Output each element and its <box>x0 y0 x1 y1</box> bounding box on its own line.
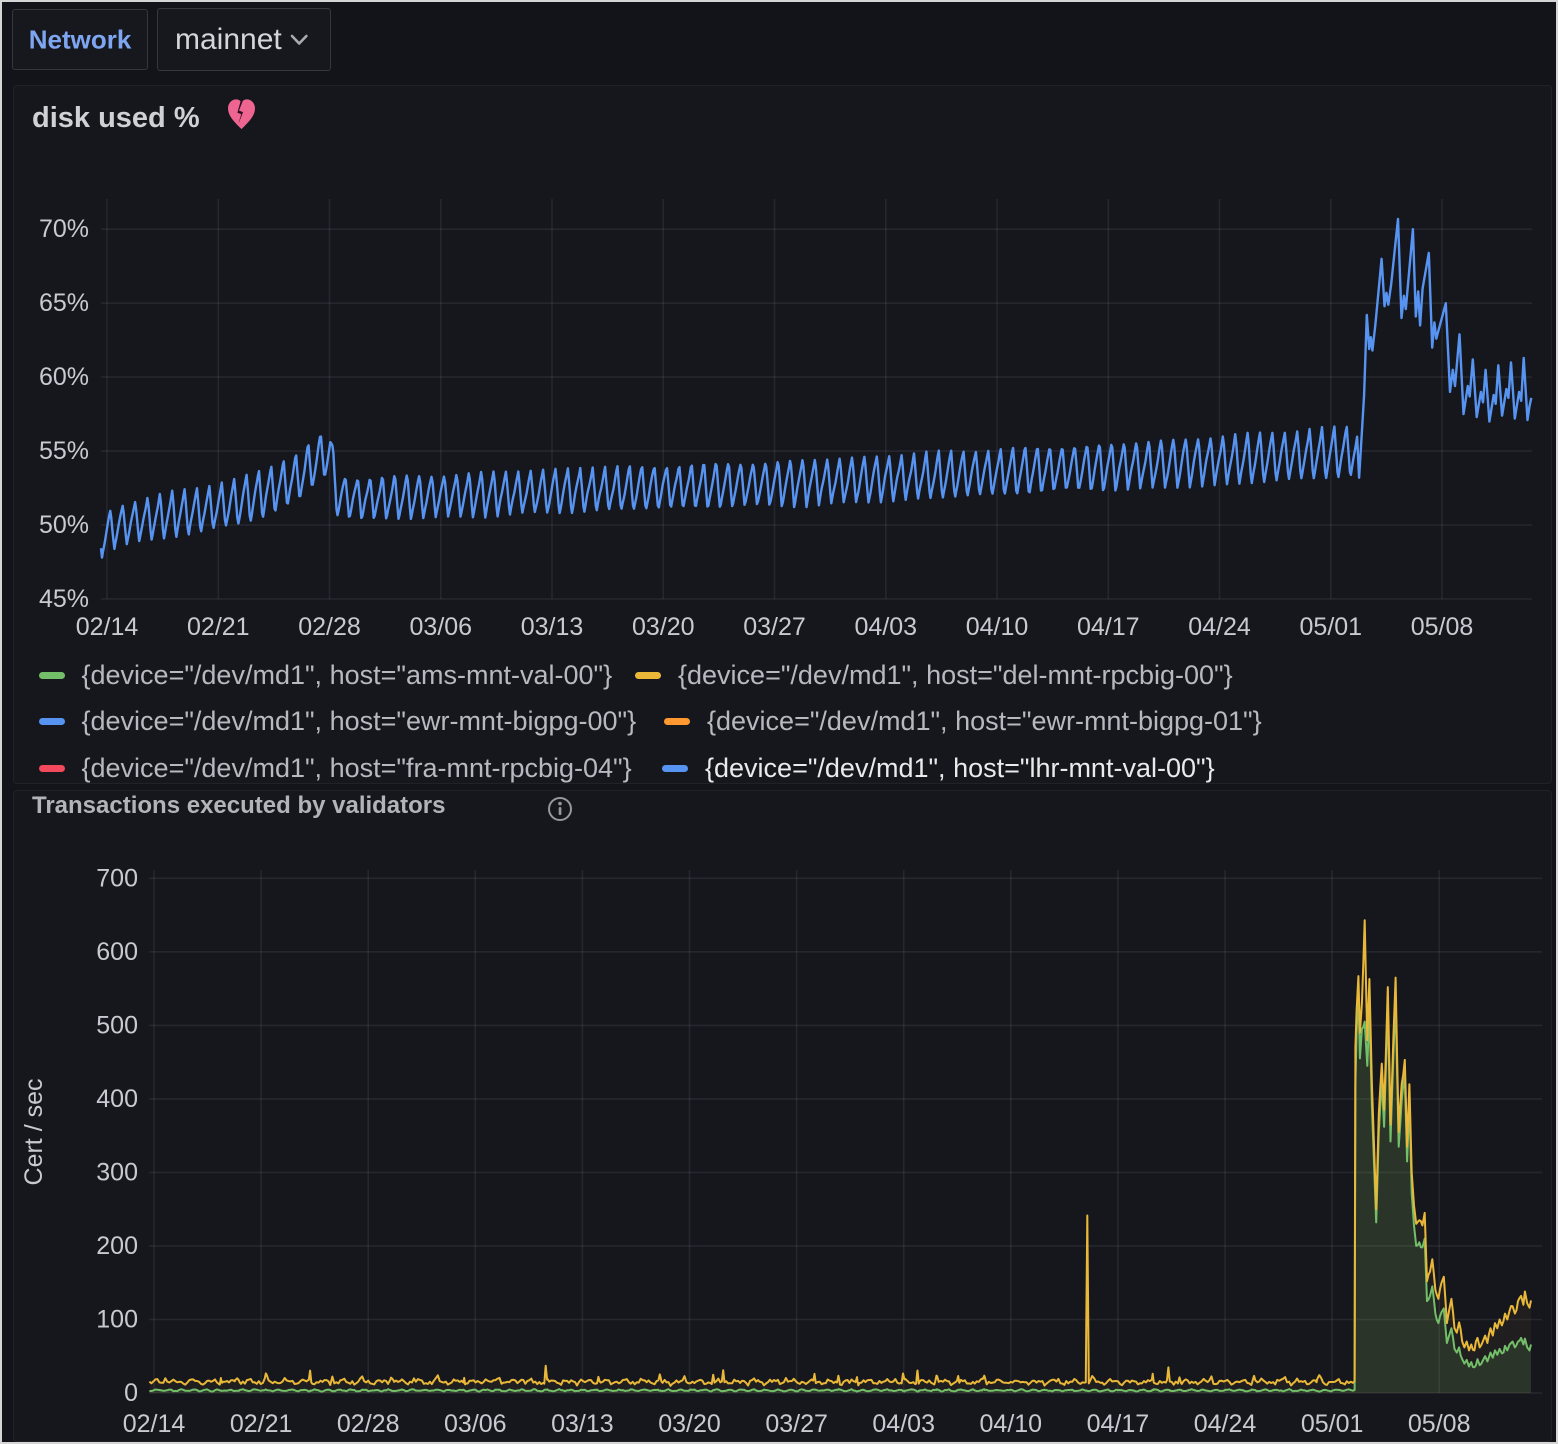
svg-text:0: 0 <box>124 1379 138 1407</box>
svg-text:Cert / sec: Cert / sec <box>20 1079 48 1186</box>
svg-text:04/24: 04/24 <box>1188 613 1251 641</box>
svg-text:600: 600 <box>96 938 138 966</box>
svg-text:03/27: 03/27 <box>765 1410 828 1438</box>
svg-text:03/13: 03/13 <box>521 613 584 641</box>
svg-text:500: 500 <box>96 1011 138 1039</box>
svg-text:02/21: 02/21 <box>187 613 250 641</box>
svg-text:05/08: 05/08 <box>1411 613 1474 641</box>
svg-text:04/10: 04/10 <box>966 613 1029 641</box>
svg-text:03/20: 03/20 <box>632 613 695 641</box>
svg-text:02/28: 02/28 <box>337 1410 400 1438</box>
svg-text:04/03: 04/03 <box>855 613 918 641</box>
svg-text:02/14: 02/14 <box>76 613 139 641</box>
svg-text:02/28: 02/28 <box>298 613 361 641</box>
svg-text:50%: 50% <box>39 511 89 539</box>
svg-text:70%: 70% <box>39 215 89 243</box>
svg-text:04/10: 04/10 <box>980 1410 1043 1438</box>
svg-text:100: 100 <box>96 1306 138 1334</box>
svg-text:45%: 45% <box>39 585 89 613</box>
svg-text:03/20: 03/20 <box>658 1410 721 1438</box>
svg-text:04/24: 04/24 <box>1194 1410 1257 1438</box>
svg-text:05/01: 05/01 <box>1301 1410 1364 1438</box>
svg-text:65%: 65% <box>39 289 89 317</box>
svg-text:03/06: 03/06 <box>444 1410 507 1438</box>
svg-text:02/14: 02/14 <box>123 1410 186 1438</box>
svg-text:04/17: 04/17 <box>1077 613 1140 641</box>
svg-text:02/21: 02/21 <box>230 1410 293 1438</box>
svg-text:03/06: 03/06 <box>410 613 473 641</box>
svg-text:55%: 55% <box>39 437 89 465</box>
svg-text:700: 700 <box>96 864 138 892</box>
svg-text:03/27: 03/27 <box>743 613 806 641</box>
svg-text:04/03: 04/03 <box>872 1410 935 1438</box>
svg-text:400: 400 <box>96 1085 138 1113</box>
svg-text:300: 300 <box>96 1158 138 1186</box>
svg-text:03/13: 03/13 <box>551 1410 614 1438</box>
svg-text:200: 200 <box>96 1232 138 1260</box>
svg-text:05/01: 05/01 <box>1300 613 1363 641</box>
svg-text:60%: 60% <box>39 363 89 391</box>
svg-text:05/08: 05/08 <box>1408 1410 1471 1438</box>
svg-text:04/17: 04/17 <box>1087 1410 1150 1438</box>
